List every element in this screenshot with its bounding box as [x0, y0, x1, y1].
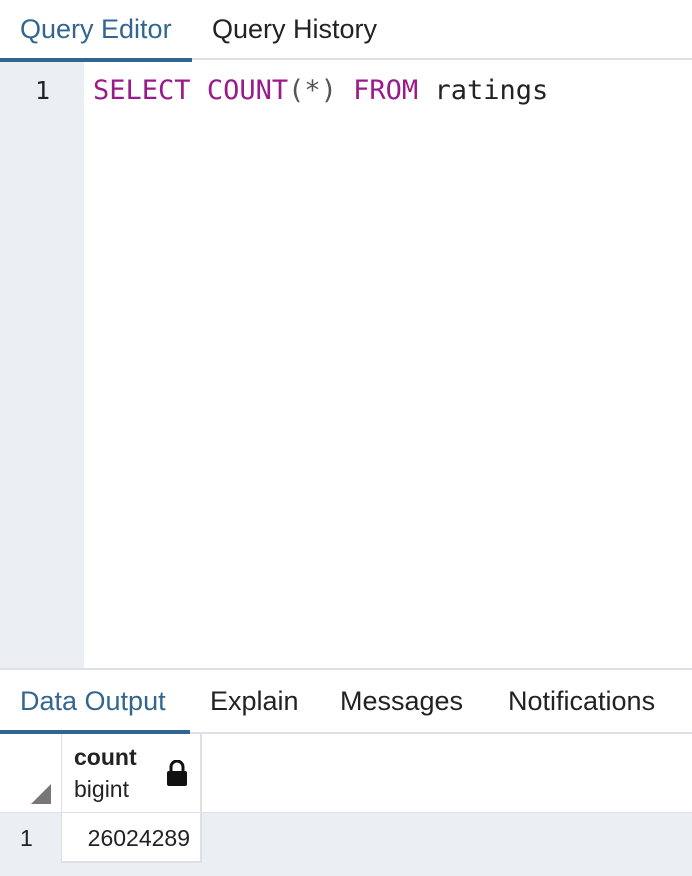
keyword-count: COUNT: [206, 75, 289, 106]
row-filler: [202, 813, 692, 863]
row-number[interactable]: 1: [0, 813, 62, 863]
line-number: 1: [34, 76, 50, 105]
column-type: bigint: [74, 776, 129, 802]
column-name: count: [74, 744, 137, 770]
tab-data-output-label: Data Output: [20, 686, 166, 716]
lock-icon: [167, 760, 187, 786]
column-header-count[interactable]: count bigint: [62, 734, 202, 813]
results-grid: count bigint 1 26024289: [0, 734, 692, 876]
tab-notifications[interactable]: Notifications: [488, 670, 692, 732]
sql-editor[interactable]: 1 SELECT COUNT(*) FROM ratings: [0, 62, 692, 668]
tab-query-history-label: Query History: [212, 14, 378, 44]
code-line[interactable]: SELECT COUNT(*) FROM ratings: [93, 76, 548, 106]
tab-notifications-label: Notifications: [508, 686, 656, 716]
select-all-triangle-icon: [31, 784, 51, 804]
tab-query-editor[interactable]: Query Editor: [0, 0, 192, 62]
tab-messages[interactable]: Messages: [320, 670, 488, 732]
tab-query-editor-label: Query Editor: [20, 14, 172, 44]
cell-count[interactable]: 26024289: [62, 813, 202, 863]
keyword-select: SELECT: [93, 75, 191, 106]
results-tabs: Data Output Explain Messages Notificatio…: [0, 668, 692, 734]
pgadmin-query-tool: Query Editor Query History 1 SELECT COUN…: [0, 0, 692, 876]
tab-messages-label: Messages: [340, 686, 464, 716]
table-name: ratings: [434, 75, 549, 106]
line-number-gutter: 1: [0, 62, 84, 668]
table-row: 1 26024289: [0, 813, 692, 863]
select-all-cell[interactable]: [0, 734, 62, 813]
header-filler: [202, 734, 692, 813]
tab-query-history[interactable]: Query History: [192, 0, 402, 60]
tab-explain[interactable]: Explain: [190, 670, 320, 732]
keyword-from: FROM: [353, 75, 419, 106]
tab-explain-label: Explain: [210, 686, 299, 716]
count-argument: (*): [288, 75, 337, 106]
tab-data-output[interactable]: Data Output: [0, 670, 190, 734]
grid-empty-area: [0, 863, 692, 876]
query-tool-tabs: Query Editor Query History: [0, 0, 692, 62]
